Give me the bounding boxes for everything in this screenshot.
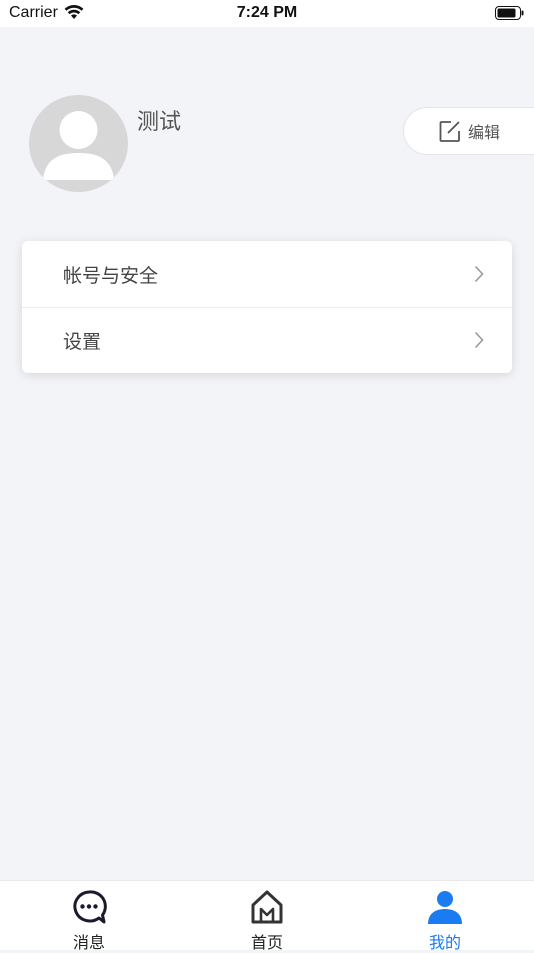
tab-bar: 消息 首页 我的 <box>0 880 534 952</box>
avatar[interactable] <box>29 95 128 192</box>
menu-item-label: 设置 <box>63 330 102 353</box>
edit-label: 编辑 <box>468 123 501 142</box>
tab-label: 我的 <box>428 933 461 952</box>
clock: 7:24 PM <box>236 4 298 21</box>
message-icon <box>73 890 107 924</box>
tab-label: 首页 <box>250 933 283 952</box>
menu-item-account-security[interactable]: 帐号与安全 <box>22 241 512 307</box>
tab-label: 消息 <box>72 933 105 952</box>
chevron-right-icon <box>474 265 484 283</box>
tab-mine[interactable]: 我的 <box>356 881 534 952</box>
menu-item-label: 帐号与安全 <box>63 264 159 287</box>
battery-icon <box>495 6 524 20</box>
menu-item-settings[interactable]: 设置 <box>22 307 512 372</box>
tab-messages[interactable]: 消息 <box>0 881 178 952</box>
default-avatar-icon <box>43 111 114 180</box>
person-icon <box>428 891 462 924</box>
edit-icon <box>439 121 460 142</box>
home-icon <box>251 890 283 924</box>
edit-profile-button[interactable]: 编辑 <box>403 107 534 155</box>
chevron-right-icon <box>474 331 484 349</box>
status-bar: Carrier 7:24 PM <box>0 0 534 27</box>
settings-menu-card: 帐号与安全 设置 <box>22 241 512 373</box>
tab-home[interactable]: 首页 <box>178 881 356 952</box>
username: 测试 <box>137 110 182 135</box>
